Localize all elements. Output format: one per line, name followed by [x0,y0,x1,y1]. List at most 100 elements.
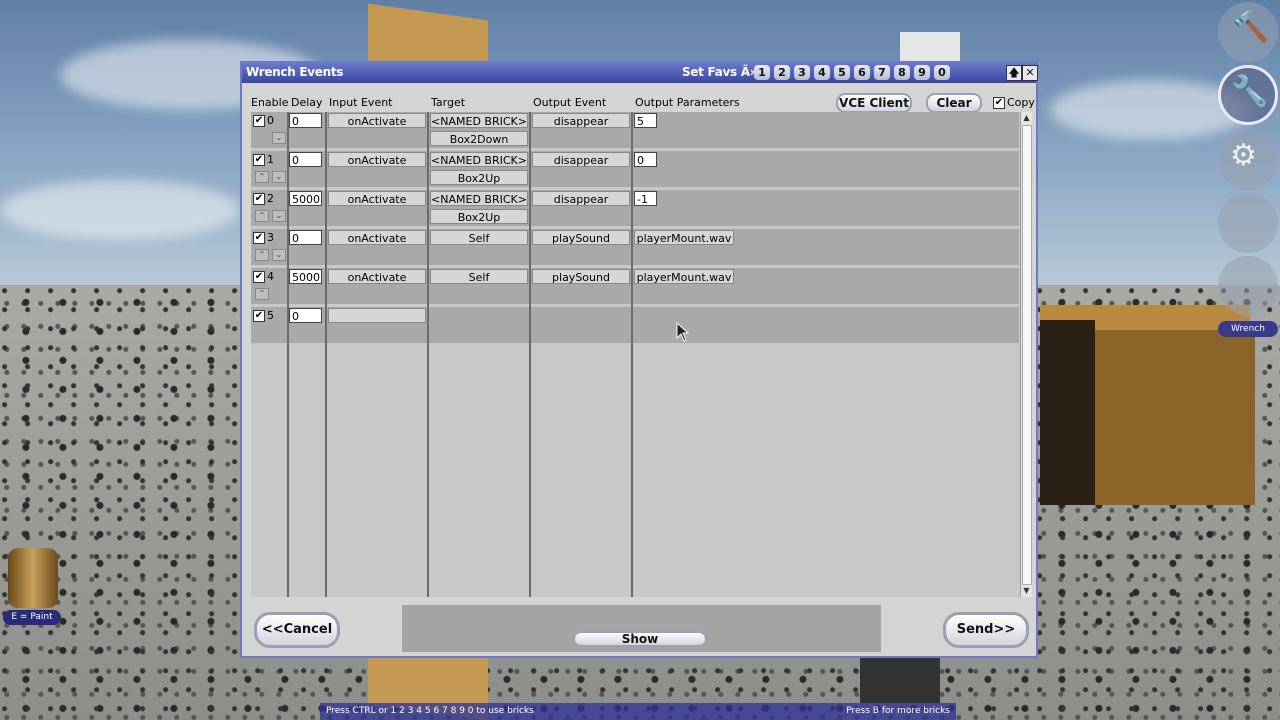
move-up-icon[interactable]: ⌃ [255,210,269,222]
enable-checkbox[interactable]: ✔ [253,154,265,166]
title-bar[interactable]: Wrench Events Set Favs Ã» 1 2 3 4 5 6 7 … [242,63,1038,83]
sound-select[interactable]: playerMount.wav [634,269,734,284]
tool-slot-hammer[interactable]: 🔨 [1218,2,1278,62]
input-event-select[interactable]: onActivate [328,230,426,245]
scroll-thumb[interactable] [1022,125,1032,585]
target-name-select[interactable]: Box2Up [430,170,528,185]
target-select[interactable]: Self [430,269,528,284]
enable-checkbox[interactable]: ✔ [253,271,265,283]
tool-slot-printer[interactable]: ⚙ [1218,130,1278,190]
fav-button-0[interactable]: 0 [934,65,950,80]
enable-checkbox[interactable]: ✔ [253,193,265,205]
target-select[interactable]: Self [430,230,528,245]
scroll-down-icon[interactable]: ▼ [1021,585,1032,596]
target-select[interactable]: <NAMED BRICK> [430,152,528,167]
copy-checkbox[interactable]: ✔ [993,97,1005,109]
move-down-icon[interactable]: ⌄ [272,132,286,144]
header-output-event: Output Event [533,96,607,109]
move-down-icon[interactable]: ⌄ [272,171,286,183]
event-index: 4 [267,270,274,283]
delay-input[interactable]: 0 [289,113,322,128]
move-up-icon[interactable]: ⌃ [255,249,269,261]
event-row: ✔ 3 ⌃ ⌄ 0 onActivate Self playSound playe… [251,229,1019,268]
send-button[interactable]: Send>> [943,612,1029,648]
clear-button[interactable]: Clear [926,93,982,113]
sound-select[interactable]: playerMount.wav [634,230,734,245]
column-divider [427,112,429,597]
fav-button-7[interactable]: 7 [874,65,890,80]
event-enable[interactable]: ✔ 4 [253,270,274,283]
set-favs-label[interactable]: Set Favs Ã» [682,65,757,79]
input-event-select[interactable]: onActivate [328,269,426,284]
vce-client-button[interactable]: VCE Client [836,93,912,113]
input-event-select[interactable]: onActivate [328,152,426,167]
fav-button-4[interactable]: 4 [814,65,830,80]
output-event-select[interactable]: playSound [532,269,630,284]
enable-checkbox[interactable]: ✔ [253,310,265,322]
event-index: 0 [267,114,274,127]
scroll-up-icon[interactable]: ▲ [1021,112,1032,123]
move-down-icon[interactable]: ⌄ [272,210,286,222]
target-select[interactable]: <NAMED BRICK> [430,191,528,206]
fav-button-5[interactable]: 5 [834,65,850,80]
delay-input[interactable]: 5000 [289,269,322,284]
event-enable[interactable]: ✔ 1 [253,153,274,166]
event-enable[interactable]: ✔ 2 [253,192,274,205]
paint-hint: E = Paint [3,610,61,625]
tool-slot-empty[interactable] [1218,256,1278,316]
output-event-select[interactable]: playSound [532,230,630,245]
tool-slot-empty[interactable] [1218,193,1278,253]
selected-tool-label: Wrench [1218,321,1278,337]
events-scrollbar[interactable]: ▲ ▼ [1020,112,1032,597]
events-list: ✔ 0 ⌄ 0 onActivate <NAMED BRICK> Box2Down… [251,112,1021,597]
output-param-input[interactable]: 0 [634,152,657,167]
header-delay: Delay [291,96,323,109]
delay-input[interactable]: 5000 [289,191,322,206]
fav-button-8[interactable]: 8 [894,65,910,80]
event-enable[interactable]: ✔ 3 [253,231,274,244]
tool-slot-wrench[interactable]: 🔧 [1218,65,1278,125]
move-up-icon[interactable]: ⌃ [255,171,269,183]
fav-button-6[interactable]: 6 [854,65,870,80]
delay-input[interactable]: 0 [289,152,322,167]
delay-input[interactable]: 0 [289,230,322,245]
wrench-icon: 🔧 [1231,74,1269,109]
output-event-select[interactable]: disappear [532,113,630,128]
event-enable[interactable]: ✔ 0 [253,114,274,127]
hint-right: Press B for more bricks [846,706,950,716]
fav-button-1[interactable]: 1 [754,65,770,80]
output-param-input[interactable]: -1 [634,191,657,206]
target-name-select[interactable]: Box2Up [430,209,528,224]
close-icon[interactable]: ✕ [1022,65,1038,81]
column-divider [287,112,289,597]
delay-input[interactable]: 0 [289,308,322,323]
cancel-button[interactable]: <<Cancel [254,612,340,648]
event-index: 3 [267,231,274,244]
arrow-up-icon[interactable]: 🡅 [1006,65,1022,81]
event-index: 2 [267,192,274,205]
move-down-icon[interactable]: ⌄ [272,249,286,261]
fav-button-9[interactable]: 9 [914,65,930,80]
hint-left: Press CTRL or 1 2 3 4 5 6 7 8 9 0 to use… [326,706,534,716]
fav-button-2[interactable]: 2 [774,65,790,80]
event-enable[interactable]: ✔ 5 [253,309,274,322]
copy-toggle[interactable]: ✔ Copy [993,96,1035,109]
input-event-select[interactable]: onActivate [328,191,426,206]
output-param-input[interactable]: 5 [634,113,657,128]
crate-shadow [1040,320,1095,505]
input-event-select[interactable] [328,308,426,323]
output-event-select[interactable]: disappear [532,191,630,206]
column-divider [325,112,327,597]
event-row: ✔ 4 ⌃ 5000 onActivate Self playSound play… [251,268,1019,307]
target-name-select[interactable]: Box2Down [430,131,528,146]
output-event-select[interactable]: disappear [532,152,630,167]
fav-button-3[interactable]: 3 [794,65,810,80]
enable-checkbox[interactable]: ✔ [253,232,265,244]
target-select[interactable]: <NAMED BRICK> [430,113,528,128]
spray-gun-icon: ⚙ [1230,138,1257,173]
input-event-select[interactable]: onActivate [328,113,426,128]
enable-checkbox[interactable]: ✔ [253,115,265,127]
show-button[interactable]: Show [573,631,707,647]
event-row: ✔ 1 ⌃ ⌄ 0 onActivate <NAMED BRICK> Box2Up… [251,151,1019,190]
move-up-icon[interactable]: ⌃ [255,288,269,300]
